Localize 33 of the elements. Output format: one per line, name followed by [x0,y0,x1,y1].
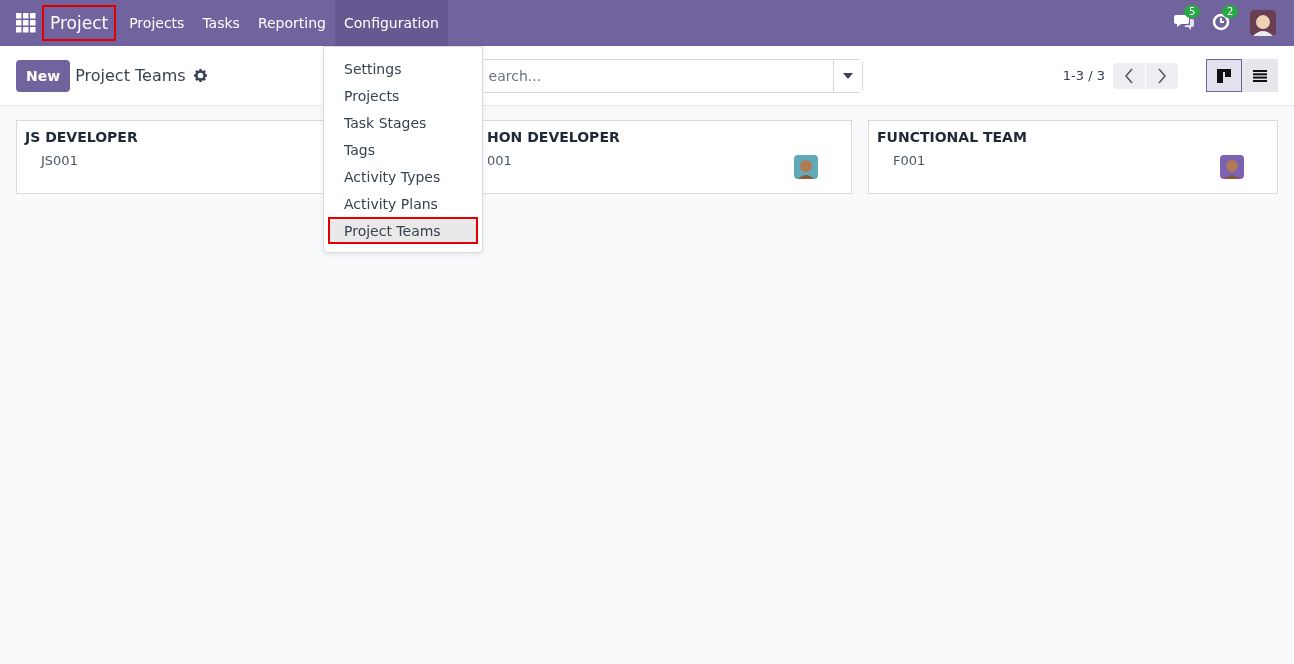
team-code: F001 [893,153,926,168]
pager-text: 1-3 / 3 [1062,68,1105,83]
app-name[interactable]: Project [42,5,117,41]
chevron-left-icon [1124,67,1134,84]
page-title: Project Teams [75,66,186,85]
activity-count-badge: 2 [1222,5,1239,18]
dropdown-item[interactable]: Project Teams [328,217,478,244]
caret-icon [842,72,853,79]
menu-item[interactable]: Configuration [334,0,448,46]
menu-item[interactable]: Projects [120,0,194,46]
chat-icon[interactable] [1174,13,1194,31]
kanban-icon [1217,68,1231,83]
view-switch-button[interactable] [1206,59,1242,92]
team-code: JS001 [41,153,78,168]
new-button[interactable]: New [16,59,71,92]
menu-item[interactable]: Reporting [248,0,335,46]
next-button[interactable] [1146,62,1178,89]
team-name: HON DEVELOPER [487,129,621,145]
apps-menu-icon[interactable] [16,13,36,33]
list-icon [1253,69,1267,82]
previous-button[interactable] [1113,62,1145,89]
team-card[interactable]: FUNCTIONAL TEAM F001 [868,120,1278,194]
clock-icon[interactable] [1212,13,1230,31]
chevron-right-icon [1157,67,1167,84]
search-options-button[interactable] [832,59,862,92]
team-code: 001 [487,153,512,168]
menu-item[interactable]: Tasks [193,0,249,46]
view-switch-button[interactable] [1242,59,1278,92]
team-name: FUNCTIONAL TEAM [877,129,1028,145]
team-name: JS DEVELOPER [25,129,139,145]
message-count-badge: 5 [1184,5,1201,18]
settings-icon[interactable] [193,69,207,82]
user-avatar[interactable] [1250,10,1276,36]
